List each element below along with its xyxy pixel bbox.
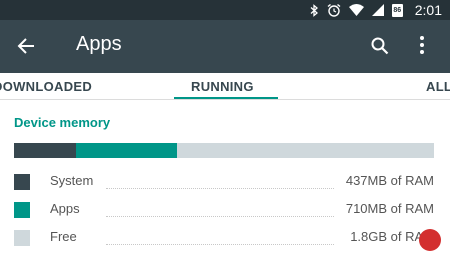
legend-label: Apps xyxy=(50,201,80,216)
legend-row-system: System 437MB of RAM xyxy=(14,171,434,193)
legend-row-free: Free 1.8GB of RAM xyxy=(14,227,434,249)
legend-label: System xyxy=(50,173,94,188)
bluetooth-icon xyxy=(310,3,319,17)
legend-swatch-system xyxy=(14,174,30,190)
memory-bar-system xyxy=(14,143,77,158)
wifi-icon xyxy=(348,4,364,16)
memory-bar-apps xyxy=(76,143,177,158)
legend-label: Free xyxy=(50,229,77,244)
legend-value: 710MB of RAM xyxy=(345,201,434,216)
more-vert-icon[interactable] xyxy=(419,35,425,60)
alarm-icon xyxy=(327,3,341,17)
status-time: 2:01 xyxy=(414,2,442,18)
tab-all[interactable]: ALL xyxy=(426,79,450,94)
legend-swatch-free xyxy=(14,230,30,246)
page-title: Apps xyxy=(76,33,122,55)
tab-downloaded[interactable]: DOWNLOADED xyxy=(0,79,92,94)
leader-line xyxy=(106,216,334,217)
signal-icon xyxy=(371,4,384,16)
legend-value: 437MB of RAM xyxy=(345,173,434,188)
watermark-logo xyxy=(419,229,441,251)
divider xyxy=(0,99,450,100)
app-bar: Apps xyxy=(0,20,450,73)
legend-row-apps: Apps 710MB of RAM xyxy=(14,199,434,221)
search-icon[interactable] xyxy=(370,36,390,61)
leader-line xyxy=(106,244,334,245)
arrow-back-icon[interactable] xyxy=(16,36,36,61)
leader-line xyxy=(106,188,334,189)
status-bar: 86 2:01 xyxy=(0,0,450,20)
screen: 86 2:01 Apps DOWNLOADED RUNNING ALL Devi… xyxy=(0,0,450,253)
tab-bar: DOWNLOADED RUNNING ALL xyxy=(0,73,450,100)
memory-bar-free xyxy=(176,143,434,158)
section-title: Device memory xyxy=(14,115,111,130)
legend-swatch-apps xyxy=(14,202,30,218)
tab-running[interactable]: RUNNING xyxy=(191,79,254,94)
status-icons: 86 2:01 xyxy=(310,0,442,20)
battery-icon: 86 xyxy=(391,3,403,17)
memory-usage-bar xyxy=(14,143,434,158)
